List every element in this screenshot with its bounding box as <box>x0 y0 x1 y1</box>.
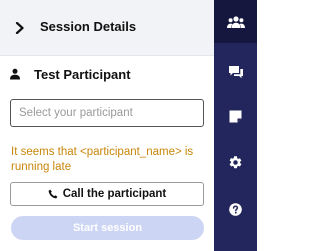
side-rail <box>214 0 257 251</box>
start-session-label: Start session <box>72 222 143 234</box>
call-participant-button[interactable]: Call the participant <box>10 182 204 206</box>
note-icon <box>229 110 242 123</box>
panel-header: Session Details <box>0 0 214 56</box>
rail-chat-button[interactable] <box>214 50 257 93</box>
session-details-panel: Session Details Test Participant Select … <box>0 0 214 251</box>
chevron-right-icon <box>15 22 24 34</box>
gear-icon <box>229 156 242 169</box>
late-warning-text: It seems that <participant_name> is runn… <box>11 146 194 173</box>
rail-notes-button[interactable] <box>214 95 257 138</box>
participant-select-placeholder: Select your participant <box>19 107 133 119</box>
rail-participants-button[interactable] <box>214 0 257 43</box>
panel-title: Session Details <box>40 19 137 34</box>
collapse-panel-button[interactable] <box>10 18 30 38</box>
participant-select[interactable]: Select your participant <box>10 99 204 127</box>
help-icon <box>229 203 242 216</box>
participant-row: Test Participant <box>9 65 131 83</box>
rail-help-button[interactable] <box>214 188 257 231</box>
chat-icon <box>228 65 243 78</box>
start-session-button[interactable]: Start session <box>11 216 204 240</box>
call-participant-label: Call the participant <box>62 188 167 200</box>
participants-icon <box>226 15 245 28</box>
person-icon <box>10 68 20 80</box>
rail-settings-button[interactable] <box>214 141 257 184</box>
participant-name: Test Participant <box>34 66 131 82</box>
phone-icon <box>48 189 58 199</box>
